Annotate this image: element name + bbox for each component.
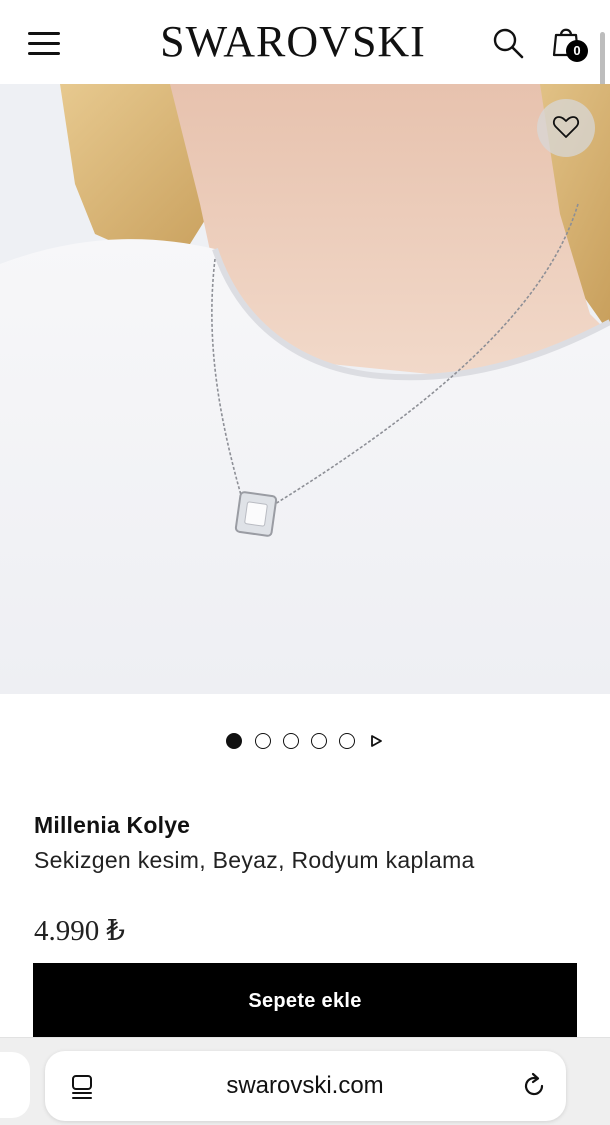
carousel-dot-5[interactable]	[339, 733, 355, 749]
carousel-dot-1[interactable]	[226, 733, 242, 749]
wishlist-button[interactable]	[537, 99, 595, 157]
product-price: 4.990 ₺	[34, 915, 125, 947]
carousel-dot-3[interactable]	[283, 733, 299, 749]
product-image[interactable]	[0, 84, 610, 694]
search-button[interactable]	[490, 25, 526, 61]
browser-toolbar: swarovski.com	[0, 1037, 610, 1125]
address-bar[interactable]: swarovski.com	[45, 1051, 566, 1121]
brand-logo[interactable]: SWAROVSKI	[147, 14, 439, 70]
cart-button[interactable]: 0	[548, 24, 592, 62]
cart-count-badge: 0	[566, 40, 588, 62]
carousel-dot-4[interactable]	[311, 733, 327, 749]
play-triangle-icon[interactable]	[369, 734, 383, 748]
product-photo	[0, 84, 610, 694]
reader-mode-icon[interactable]	[69, 1073, 97, 1101]
heart-icon	[552, 116, 580, 138]
previous-tab-preview[interactable]	[0, 1052, 30, 1118]
carousel-dot-2[interactable]	[255, 733, 271, 749]
site-header: SWAROVSKI 0	[0, 0, 610, 92]
product-description: Sekizgen kesim, Beyaz, Rodyum kaplama	[34, 847, 475, 873]
hamburger-menu-icon	[28, 32, 60, 35]
scrollbar[interactable]	[600, 32, 605, 92]
add-to-cart-button[interactable]: Sepete ekle	[33, 963, 577, 1039]
reload-icon[interactable]	[519, 1071, 549, 1101]
carousel-pagination	[226, 731, 396, 751]
product-name: Millenia Kolye	[34, 812, 191, 838]
search-icon	[493, 28, 524, 59]
url-text[interactable]: swarovski.com	[135, 1051, 475, 1121]
menu-button[interactable]	[28, 30, 62, 56]
